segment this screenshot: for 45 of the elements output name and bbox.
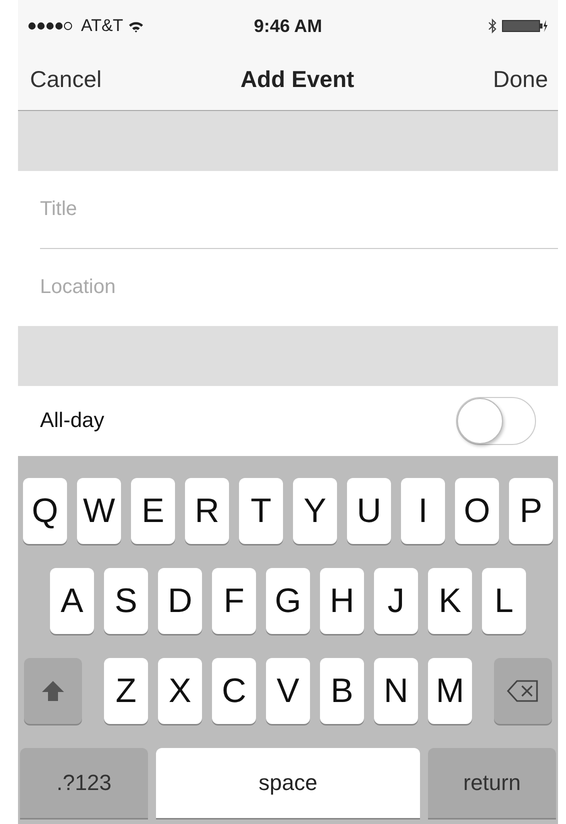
keyboard-key[interactable]: G xyxy=(266,568,310,634)
keyboard-key[interactable]: S xyxy=(104,568,148,634)
battery-icon xyxy=(502,19,548,33)
shift-key[interactable] xyxy=(24,658,82,724)
keyboard-key[interactable]: W xyxy=(77,478,121,544)
keyboard-key[interactable]: M xyxy=(428,658,472,724)
keyboard-key[interactable]: X xyxy=(158,658,202,724)
input-field[interactable]: Title xyxy=(18,171,558,248)
clock-time: 9:46 AM xyxy=(254,16,322,36)
number-mode-key[interactable]: .?123 xyxy=(20,748,148,818)
keyboard-key[interactable]: F xyxy=(212,568,256,634)
keyboard-key[interactable]: O xyxy=(455,478,499,544)
backspace-icon xyxy=(507,680,539,702)
keyboard-key[interactable]: Q xyxy=(23,478,67,544)
keyboard-key[interactable]: Z xyxy=(104,658,148,724)
keyboard-key[interactable]: L xyxy=(482,568,526,634)
keyboard-key[interactable]: U xyxy=(347,478,391,544)
carrier-name: AT&T xyxy=(81,16,124,36)
keyboard-key[interactable]: K xyxy=(428,568,472,634)
keyboard-key[interactable]: D xyxy=(158,568,202,634)
bluetooth-icon xyxy=(488,18,497,34)
delete-key[interactable] xyxy=(494,658,552,724)
keyboard-key[interactable]: A xyxy=(50,568,94,634)
done-button[interactable]: Done xyxy=(493,66,548,92)
keyboard-key[interactable]: T xyxy=(239,478,283,544)
keyboard-key[interactable]: P xyxy=(509,478,553,544)
keyboard-key[interactable]: B xyxy=(320,658,364,724)
keyboard-key[interactable]: N xyxy=(374,658,418,724)
wifi-icon xyxy=(128,20,144,32)
keyboard-key[interactable]: E xyxy=(131,478,175,544)
keyboard-key[interactable]: I xyxy=(401,478,445,544)
keyboard-key[interactable]: J xyxy=(374,568,418,634)
keyboard-key[interactable]: V xyxy=(266,658,310,724)
all-day-label: All-day xyxy=(40,409,104,433)
up-arrow-icon xyxy=(41,680,65,702)
keyboard-key[interactable]: R xyxy=(185,478,229,544)
screen-title: Add Event xyxy=(240,66,354,92)
cancel-button[interactable]: Cancel xyxy=(30,66,102,92)
keyboard-key[interactable]: Y xyxy=(293,478,337,544)
space-bar[interactable]: space xyxy=(156,748,420,818)
keyboard-key[interactable]: H xyxy=(320,568,364,634)
return-key[interactable]: return xyxy=(428,748,556,818)
toggle-switch[interactable] xyxy=(456,397,536,445)
keyboard-key[interactable]: C xyxy=(212,658,256,724)
input-field[interactable]: Location xyxy=(18,249,558,326)
